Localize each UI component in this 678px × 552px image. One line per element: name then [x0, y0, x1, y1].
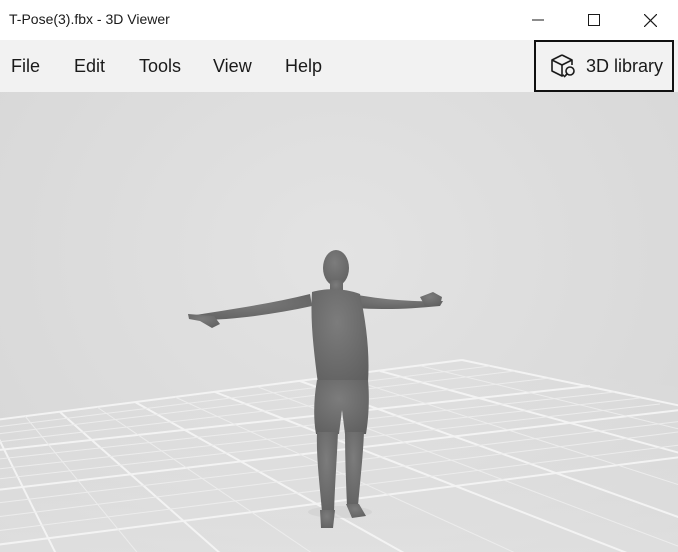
menu-view[interactable]: View [213, 56, 252, 77]
3d-library-label: 3D library [586, 55, 664, 76]
title-bar: T-Pose(3).fbx - 3D Viewer [0, 0, 678, 40]
minimize-icon [532, 19, 544, 21]
window-title: T-Pose(3).fbx - 3D Viewer [9, 11, 170, 27]
menu-help[interactable]: Help [285, 56, 322, 77]
3d-library-icon [550, 52, 578, 80]
3d-viewport[interactable] [0, 92, 678, 552]
minimize-button[interactable] [510, 0, 566, 40]
maximize-icon [588, 14, 600, 26]
menu-edit[interactable]: Edit [74, 56, 105, 77]
menu-file[interactable]: File [11, 56, 40, 77]
3d-library-button[interactable]: 3D library [534, 40, 674, 92]
menu-tools[interactable]: Tools [139, 56, 181, 77]
close-icon [643, 13, 657, 27]
close-button[interactable] [622, 0, 678, 40]
maximize-button[interactable] [566, 0, 622, 40]
